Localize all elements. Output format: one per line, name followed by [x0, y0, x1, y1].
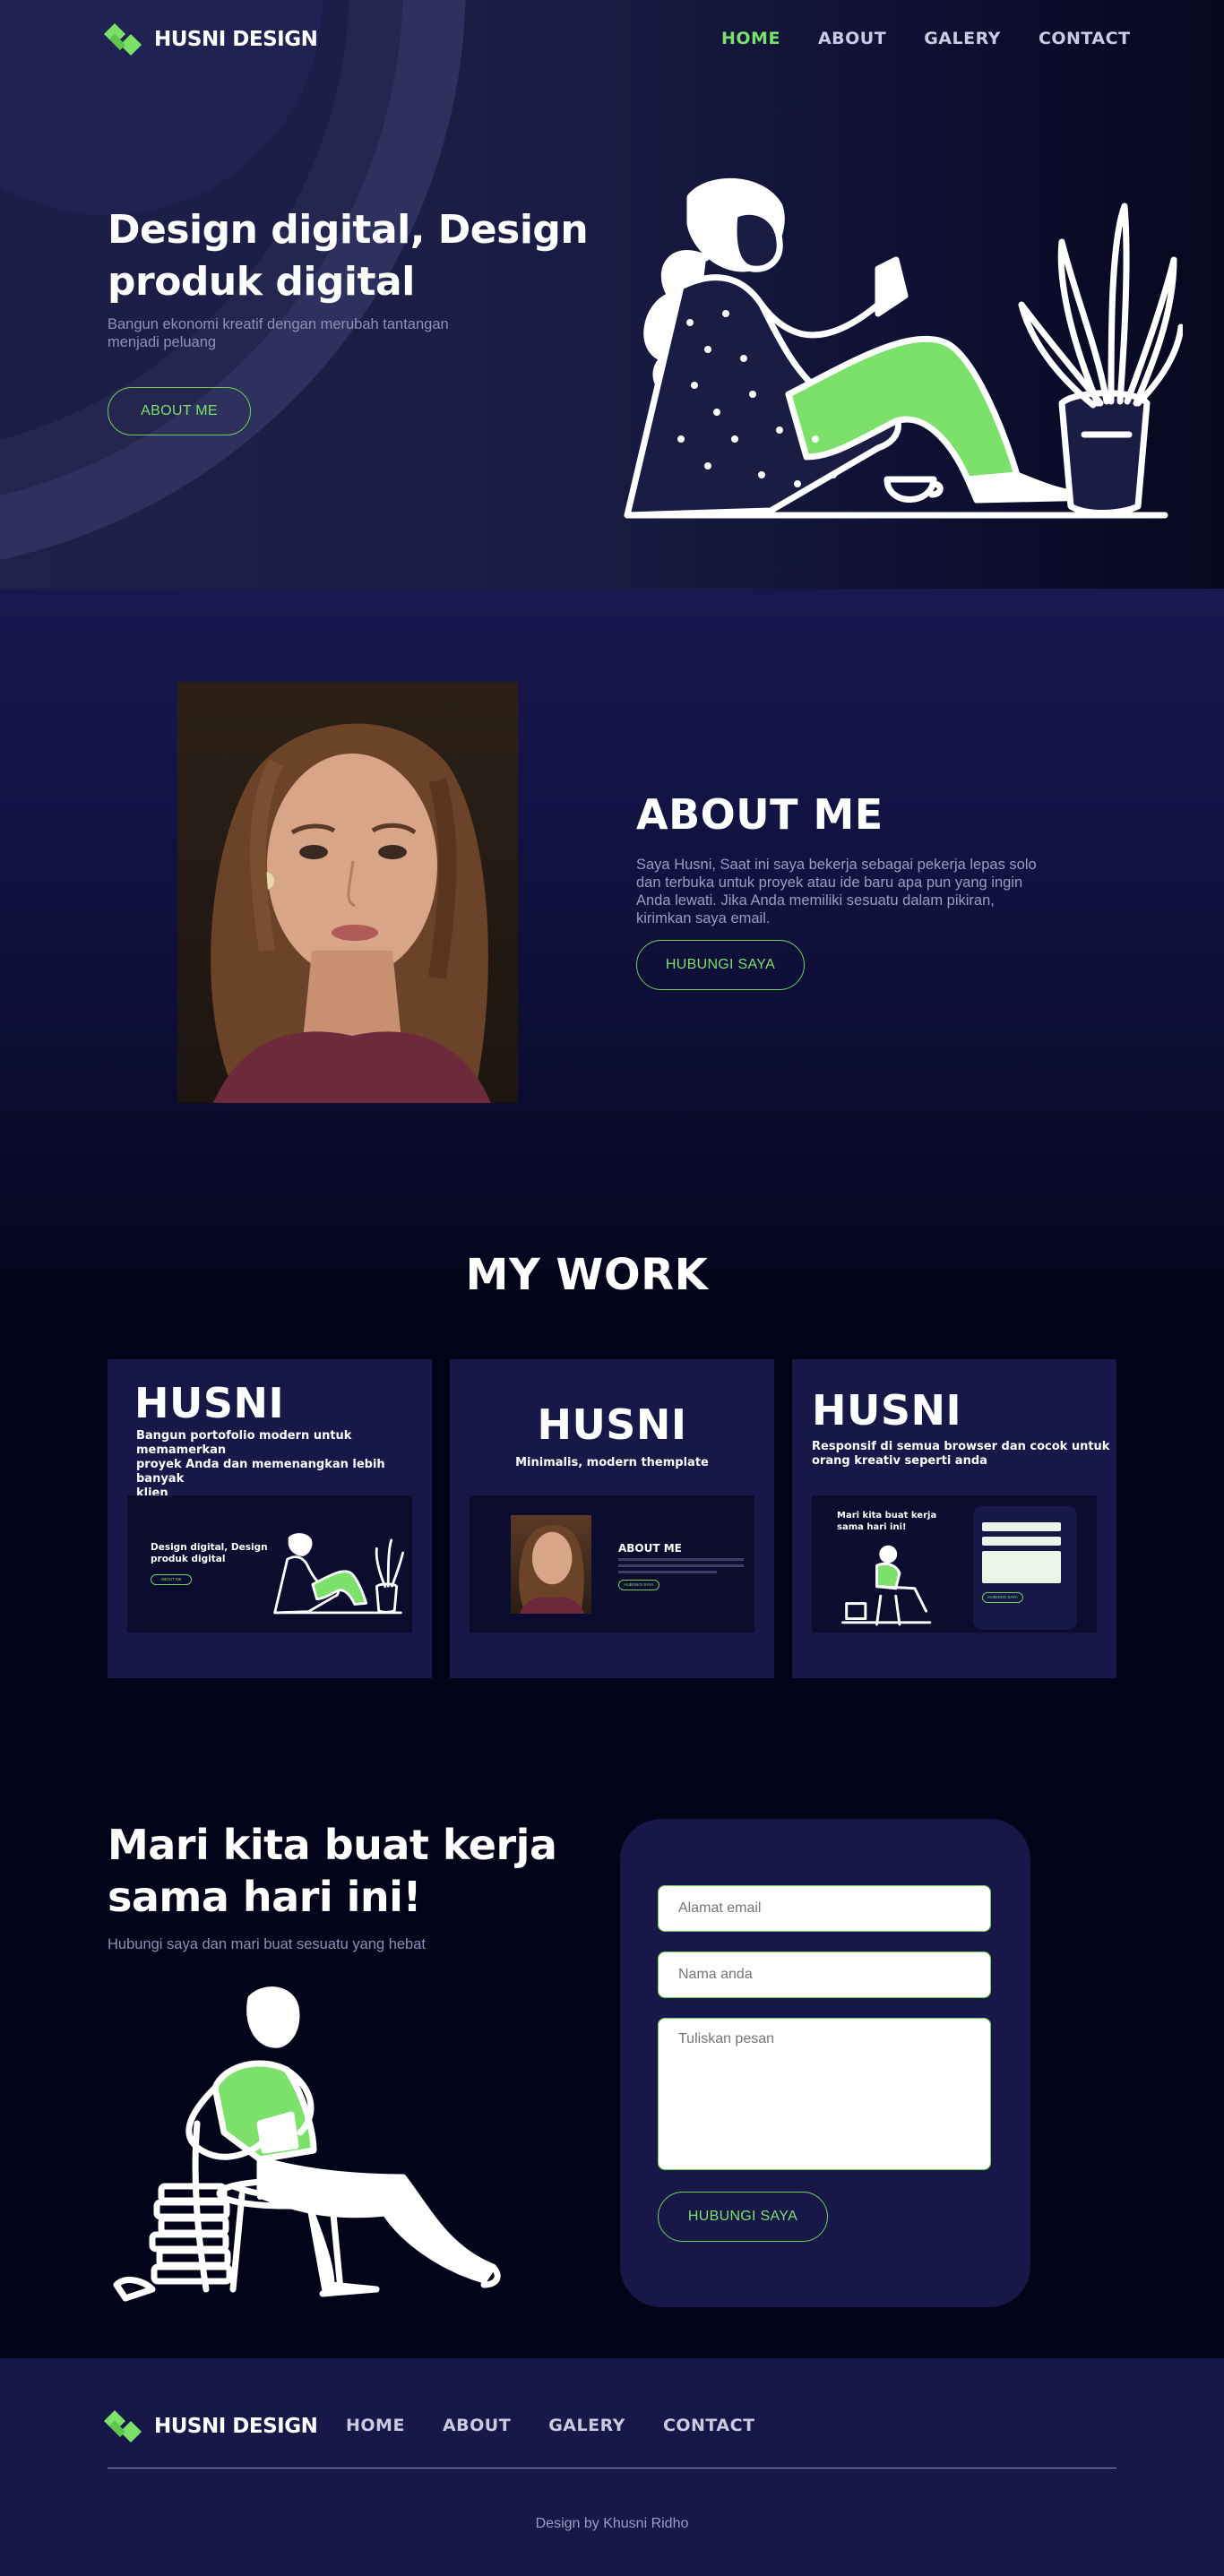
nav-about-link[interactable]: ABOUT	[818, 29, 886, 48]
portrait-photo	[177, 682, 518, 1103]
contact-form: HUBUNGI SAYA	[620, 1819, 1030, 2307]
work-card-title: HUSNI	[537, 1400, 687, 1449]
footer-nav: HOME ABOUT GALERY CONTACT	[346, 2416, 755, 2435]
main-nav: HOME ABOUT GALERY CONTACT	[721, 29, 1131, 48]
footer: HUSNI DESIGN HOME ABOUT GALERY CONTACT D…	[0, 2358, 1224, 2576]
thumb-text-line	[618, 1564, 744, 1567]
work-card-description: Responsif di semua browser dan cocok unt…	[812, 1440, 1110, 1468]
thumb-field	[982, 1551, 1061, 1583]
work-card-title: HUSNI	[134, 1379, 285, 1427]
thumb-portrait	[511, 1515, 591, 1614]
work-title: MY WORK	[465, 1250, 709, 1300]
about-description: Saya Husni, Saat ini saya bekerja sebaga…	[636, 857, 1037, 926]
brand-name: HUSNI DESIGN	[154, 28, 318, 51]
work-card[interactable]: HUSNI Bangun portofolio modern untuk mem…	[108, 1359, 432, 1678]
footer-brand-logo[interactable]: HUSNI DESIGN	[102, 2408, 318, 2444]
work-card-description: Minimalis, modern themplate	[515, 1456, 709, 1469]
hero-title: Design digital, Design produk digital	[108, 207, 589, 305]
work-card[interactable]: HUSNI Minimalis, modern themplate ABOUT …	[450, 1359, 774, 1678]
thumb-button: ABOUT ME	[151, 1574, 192, 1585]
name-input[interactable]	[658, 1951, 991, 1998]
thumb-button: HUBUNGI SAYA	[618, 1580, 659, 1590]
nav-galery-link[interactable]: GALERY	[924, 29, 1001, 48]
message-textarea[interactable]	[658, 2018, 991, 2170]
footer-home-link[interactable]: HOME	[346, 2416, 405, 2435]
brand-logo[interactable]: HUSNI DESIGN	[102, 22, 318, 57]
thumb-text-line	[618, 1558, 744, 1561]
reading-woman-illustration	[624, 177, 1183, 519]
sitting-woman-thumbnail-icon	[840, 1545, 932, 1626]
email-input[interactable]	[658, 1885, 991, 1932]
footer-about-link[interactable]: ABOUT	[443, 2416, 511, 2435]
hero-section: HUSNI DESIGN HOME ABOUT GALERY CONTACT D…	[0, 0, 1224, 589]
contact-subtitle: Hubungi saya dan mari buat sesuatu yang …	[108, 1936, 426, 1952]
thumb-title: Mari kita buat kerja sama hari ini!	[837, 1511, 937, 1532]
footer-contact-link[interactable]: CONTACT	[663, 2416, 755, 2435]
thumb-field	[982, 1522, 1061, 1531]
hero-subtitle: Bangun ekonomi kreatif dengan merubah ta…	[108, 316, 449, 350]
diamond-logo-icon	[102, 22, 143, 57]
work-thumbnail: ABOUT ME HUBUNGI SAYA	[470, 1495, 754, 1633]
footer-galery-link[interactable]: GALERY	[548, 2416, 625, 2435]
thumb-title: ABOUT ME	[618, 1542, 682, 1555]
work-thumbnail: Mari kita buat kerja sama hari ini! HUBU…	[812, 1495, 1097, 1633]
send-message-button[interactable]: HUBUNGI SAYA	[658, 2192, 828, 2242]
sitting-reading-woman-illustration	[113, 1986, 501, 2302]
work-card-description: Bangun portofolio modern untuk memamerka…	[136, 1429, 385, 1500]
about-title: ABOUT ME	[636, 790, 884, 839]
reading-woman-thumbnail-icon	[273, 1533, 405, 1615]
nav-contact-link[interactable]: CONTACT	[1039, 29, 1131, 48]
about-me-button[interactable]: ABOUT ME	[108, 387, 251, 435]
diamond-logo-icon	[102, 2408, 143, 2444]
thumb-button: HUBUNGI SAYA	[982, 1592, 1023, 1603]
footer-brand-name: HUSNI DESIGN	[154, 2415, 318, 2438]
footer-credit: Design by Khusni Ridho	[535, 2516, 689, 2531]
contact-me-button[interactable]: HUBUNGI SAYA	[636, 940, 805, 990]
thumb-form: HUBUNGI SAYA	[973, 1506, 1077, 1630]
work-card-title: HUSNI	[812, 1386, 962, 1434]
work-thumbnail: Design digital, Design produk digital AB…	[127, 1495, 412, 1633]
contact-title: Mari kita buat kerja sama hari ini!	[108, 1821, 557, 1921]
thumb-field	[982, 1537, 1061, 1546]
work-card[interactable]: HUSNI Responsif di semua browser dan coc…	[792, 1359, 1116, 1678]
nav-home-link[interactable]: HOME	[721, 29, 780, 48]
thumb-title: Design digital, Design produk digital	[151, 1542, 268, 1564]
about-section: ABOUT ME Saya Husni, Saat ini saya beker…	[0, 589, 1224, 1270]
thumb-text-line	[618, 1571, 717, 1573]
